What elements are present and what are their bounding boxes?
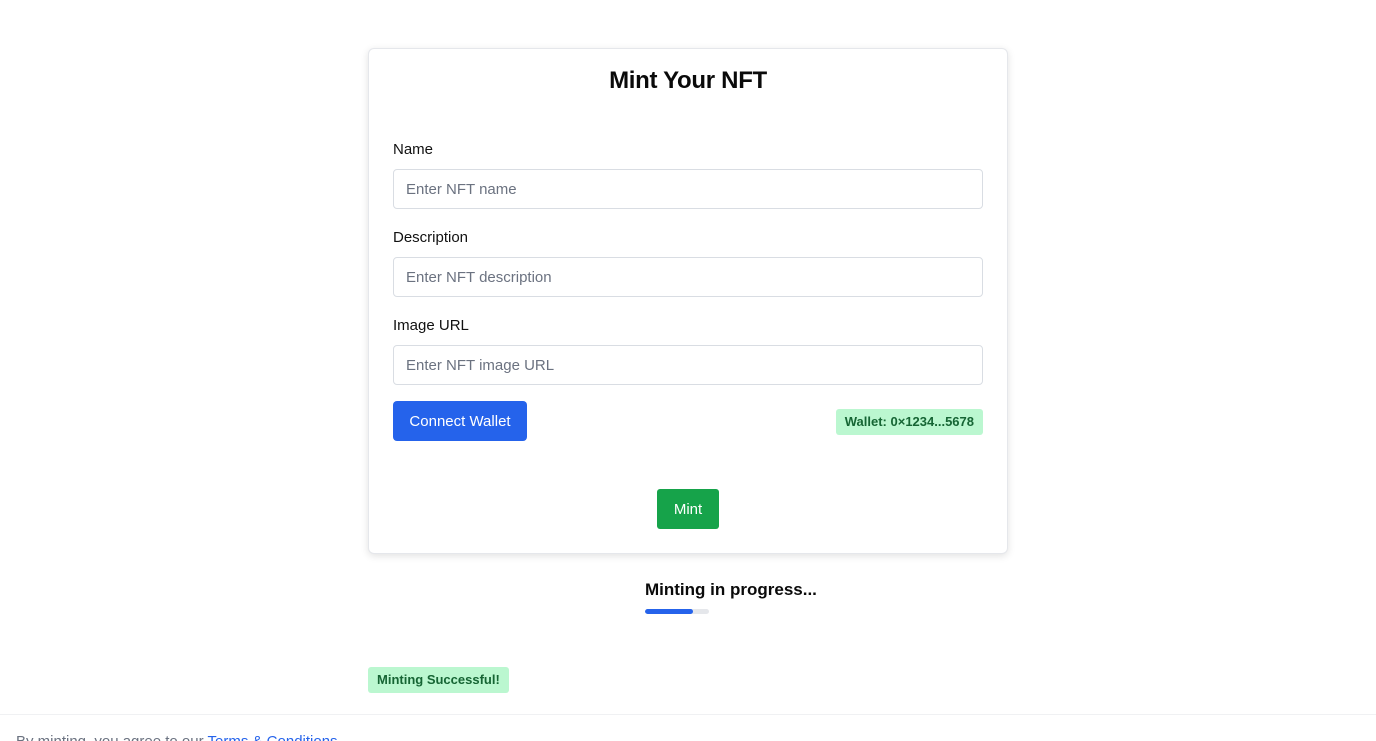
connect-wallet-button[interactable]: Connect Wallet	[393, 401, 527, 441]
minting-progress-text: Minting in progress...	[645, 580, 817, 599]
image-url-label: Image URL	[393, 317, 469, 334]
mint-button[interactable]: Mint	[657, 489, 719, 529]
name-input[interactable]	[393, 169, 983, 209]
image-url-input[interactable]	[393, 345, 983, 385]
minting-progress-bar	[645, 609, 709, 614]
terms-link[interactable]: Terms & Conditions	[208, 733, 338, 741]
page: Mint Your NFT Name Description Image URL…	[0, 0, 1376, 741]
description-input[interactable]	[393, 257, 983, 297]
description-label: Description	[393, 229, 469, 246]
footer: By minting, you agree to our Terms & Con…	[0, 714, 1376, 741]
minting-progress-fill	[645, 609, 693, 614]
mint-form-card: Mint Your NFT Name Description Image URL…	[368, 48, 1008, 554]
wallet-address-badge: Wallet: 0×1234...5678	[835, 409, 983, 435]
minting-success-badge: Minting Successful!	[368, 667, 509, 693]
name-label: Name	[393, 141, 434, 158]
page-title: Mint Your NFT	[609, 67, 767, 94]
footer-text: By minting, you agree to our Terms & Con…	[16, 733, 338, 741]
footer-agreement-text: By minting, you agree to our	[16, 733, 208, 741]
